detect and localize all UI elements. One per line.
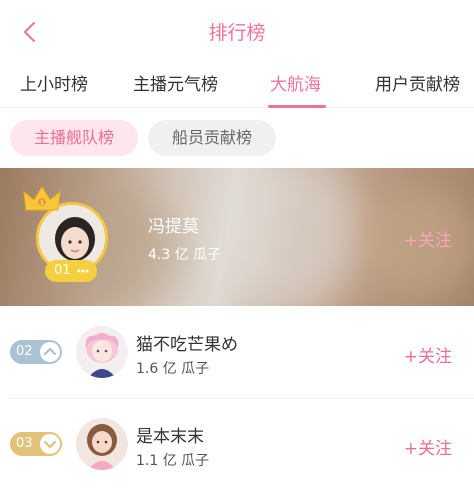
subtab-crew-contribution[interactable]: 船员贡献榜 <box>148 120 276 156</box>
tab-user-contribution[interactable]: 用户贡献榜 <box>375 70 460 95</box>
header: 排行榜 <box>0 0 474 62</box>
streamer-score: 1.1 亿 瓜子 <box>136 453 210 469</box>
rank-badge: 02 <box>10 340 62 364</box>
list-item[interactable]: 03 是本末末 1.1 亿 瓜子 +关注 <box>0 398 474 490</box>
tab-bar: 上小时榜 主播元气榜 大航海 用户贡献榜 <box>0 62 474 108</box>
rank-number: 02 <box>16 344 33 359</box>
streamer-score: 1.6 亿 瓜子 <box>136 361 210 377</box>
streamer-score: 4.3 亿 瓜子 <box>148 247 222 263</box>
follow-button[interactable]: +关注 <box>404 434 452 459</box>
subtab-streamer-fleet[interactable]: 主播舰队榜 <box>10 120 138 156</box>
rank-up-indicator <box>40 342 60 362</box>
page-title: 排行榜 <box>208 22 266 44</box>
streamer-name[interactable]: 是本末末 <box>136 422 204 447</box>
tab-voyage[interactable]: 大航海 <box>270 70 321 95</box>
rank-down-indicator <box>40 434 60 454</box>
streamer-name[interactable]: 冯提莫 <box>148 212 199 237</box>
avatar[interactable] <box>76 326 128 378</box>
active-tab-indicator <box>268 105 326 108</box>
tab-hourly[interactable]: 上小时榜 <box>20 70 88 95</box>
top-rank-banner[interactable]: 1 01 冯提莫 4.3 亿 瓜子 +关注 <box>0 168 474 306</box>
chevron-down-icon <box>43 440 57 449</box>
rank-badge: 03 <box>10 432 62 456</box>
follow-button[interactable]: +关注 <box>404 226 452 251</box>
avatar[interactable] <box>76 418 128 470</box>
chevron-up-icon <box>43 347 57 356</box>
avatar-image <box>76 326 128 378</box>
streamer-name[interactable]: 猫不吃芒果め <box>136 330 238 355</box>
rank-badge: 01 <box>45 260 97 282</box>
rank-number: 03 <box>16 436 33 451</box>
tab-streamer-vitality[interactable]: 主播元气榜 <box>133 70 218 95</box>
list-item[interactable]: 02 猫不吃芒果め 1.6 亿 瓜子 +关注 <box>0 306 474 398</box>
crown-icon: 1 <box>23 186 61 211</box>
avatar-image <box>76 418 128 470</box>
follow-button[interactable]: +关注 <box>404 342 452 367</box>
rank-number: 01 <box>54 263 71 278</box>
svg-text:1: 1 <box>40 200 44 207</box>
more-dots-icon <box>77 269 89 273</box>
